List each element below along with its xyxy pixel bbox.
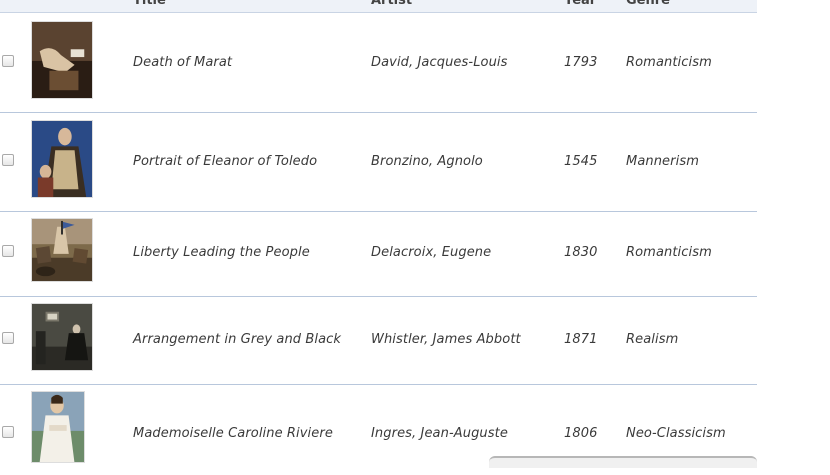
column-header-genre[interactable]: Genre — [626, 0, 670, 8]
painting-thumbnail[interactable] — [31, 120, 93, 198]
painting-thumbnail[interactable] — [31, 391, 85, 463]
cell-year: 1830 — [564, 245, 598, 260]
cell-title: Mademoiselle Caroline Riviere — [133, 426, 333, 441]
row-checkbox[interactable] — [2, 332, 14, 344]
column-header-title[interactable]: Title — [133, 0, 166, 8]
table-row[interactable]: Portrait of Eleanor of Toledo Bronzino, … — [0, 113, 757, 212]
table-row[interactable]: Liberty Leading the People Delacroix, Eu… — [0, 212, 757, 297]
painting-thumbnail[interactable] — [31, 21, 93, 99]
cell-genre: Romanticism — [626, 245, 712, 260]
row-checkbox[interactable] — [2, 426, 14, 438]
table-row[interactable]: Death of Marat David, Jacques-Louis 1793… — [0, 13, 757, 113]
row-checkbox[interactable] — [2, 154, 14, 166]
table-row[interactable]: Arrangement in Grey and Black Whistler, … — [0, 297, 757, 385]
table-header: Title Artist Year Genre — [0, 0, 757, 13]
painting-thumbnail[interactable] — [31, 303, 93, 371]
cell-genre: Realism — [626, 332, 679, 347]
cell-year: 1871 — [564, 332, 598, 347]
cell-artist: David, Jacques-Louis — [371, 55, 508, 70]
row-checkbox[interactable] — [2, 245, 14, 257]
column-header-artist[interactable]: Artist — [371, 0, 412, 8]
row-checkbox[interactable] — [2, 55, 14, 67]
cell-artist: Whistler, James Abbott — [371, 332, 521, 347]
cell-genre: Romanticism — [626, 55, 712, 70]
cell-title: Arrangement in Grey and Black — [133, 332, 342, 347]
horizontal-scrollbar[interactable] — [489, 456, 757, 468]
cell-genre: Mannerism — [626, 154, 699, 169]
column-header-year[interactable]: Year — [564, 0, 596, 8]
cell-genre: Neo-Classicism — [626, 426, 726, 441]
cell-title: Liberty Leading the People — [133, 245, 310, 260]
cell-year: 1545 — [564, 154, 598, 169]
cell-artist: Delacroix, Eugene — [371, 245, 492, 260]
cell-title: Death of Marat — [133, 55, 233, 70]
painting-thumbnail[interactable] — [31, 218, 93, 282]
cell-title: Portrait of Eleanor of Toledo — [133, 154, 318, 169]
cell-artist: Bronzino, Agnolo — [371, 154, 483, 169]
cell-year: 1793 — [564, 55, 598, 70]
cell-year: 1806 — [564, 426, 598, 441]
cell-artist: Ingres, Jean-Auguste — [371, 426, 508, 441]
artworks-table: Title Artist Year Genre Death of Marat D… — [0, 0, 757, 468]
